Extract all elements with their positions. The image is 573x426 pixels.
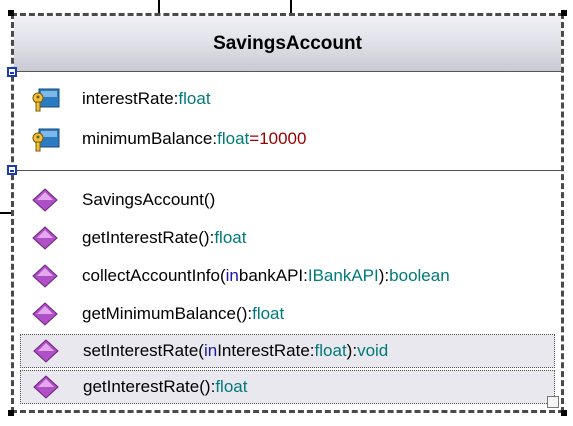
attribute-type: float	[217, 129, 250, 148]
operation-name: SavingsAccount	[82, 190, 204, 209]
return-type: boolean	[389, 266, 450, 285]
class-header[interactable]: SavingsAccount	[14, 16, 561, 72]
operation-row[interactable]: getInterestRate(): float	[20, 221, 555, 255]
selection-handle[interactable]	[561, 10, 567, 16]
connector-line	[290, 0, 292, 14]
operation-row[interactable]: SavingsAccount()	[20, 183, 555, 217]
operation-name: setInterestRate	[83, 341, 199, 360]
class-box[interactable]: SavingsAccount interestRate: float minimu…	[11, 13, 564, 413]
attribute-name: minimumBalance	[82, 129, 213, 148]
attributes-compartment: interestRate: float minimumBalance: float =…	[14, 72, 561, 171]
attribute-name: interestRate	[82, 89, 174, 108]
return-type: float	[214, 228, 247, 247]
param-direction: in	[203, 341, 218, 360]
operation-diamond-icon	[33, 339, 59, 363]
operation-name: collectAccountInfo	[82, 266, 220, 285]
param-name: bankAPI	[238, 266, 304, 285]
selection-handle[interactable]	[561, 410, 567, 416]
resize-grip-icon[interactable]	[547, 396, 559, 408]
operation-row[interactable]: collectAccountInfo(in bankAPI: IBankAPI):…	[20, 259, 555, 293]
return-type: void	[357, 341, 389, 360]
attribute-default: =10000	[249, 129, 307, 148]
param-type: IBankAPI	[307, 266, 379, 285]
operation-diamond-icon	[32, 264, 58, 288]
return-type: float	[215, 377, 248, 396]
operation-name: getInterestRate	[83, 377, 200, 396]
attribute-row[interactable]: interestRate: float	[20, 82, 555, 116]
operation-diamond-icon	[33, 375, 59, 399]
operation-diamond-icon	[32, 226, 58, 250]
attribute-row[interactable]: minimumBalance: float =10000	[20, 122, 555, 156]
connector-line	[158, 0, 160, 14]
close-paren: )	[209, 190, 216, 209]
operation-name: getInterestRate	[82, 228, 199, 247]
operations-compartment: SavingsAccount() getInterestRate(): float…	[14, 171, 561, 413]
operation-diamond-icon	[32, 188, 58, 212]
param-direction: in	[225, 266, 239, 285]
selection-handle[interactable]	[8, 410, 14, 416]
private-attribute-key-icon	[32, 88, 60, 112]
class-name: SavingsAccount	[213, 32, 362, 54]
operation-row-selected[interactable]: setInterestRate(in InterestRate: float): v…	[20, 334, 555, 368]
attribute-type: float	[178, 89, 211, 108]
collapse-operations-toggle-icon[interactable]	[7, 165, 17, 175]
collapse-attributes-toggle-icon[interactable]	[7, 67, 17, 77]
operation-diamond-icon	[32, 302, 58, 326]
param-type: float	[314, 341, 347, 360]
operation-name: getMinimumBalance	[82, 304, 237, 323]
param-name: InterestRate	[217, 341, 310, 360]
selection-handle[interactable]	[8, 10, 14, 16]
operation-row[interactable]: getMinimumBalance(): float	[20, 297, 555, 331]
operation-row-selected[interactable]: getInterestRate(): float	[20, 370, 555, 404]
return-type: float	[252, 304, 285, 323]
private-attribute-key-icon	[32, 128, 60, 152]
